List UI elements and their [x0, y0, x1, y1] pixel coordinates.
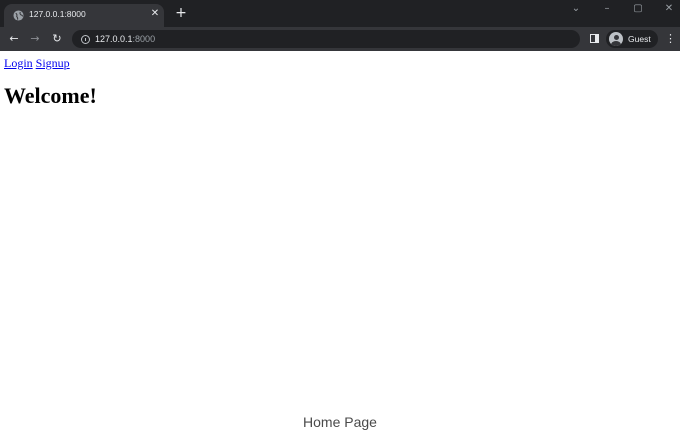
info-icon[interactable]: [81, 35, 90, 44]
tab-title: 127.0.0.1:8000: [29, 9, 86, 19]
globe-icon: [13, 10, 24, 21]
close-tab-icon[interactable]: ✕: [150, 8, 160, 20]
tab-strip: 127.0.0.1:8000 ✕ + ⌄ – ▢ ✕: [0, 0, 680, 27]
close-window-icon[interactable]: ✕: [662, 2, 676, 16]
browser-tab[interactable]: 127.0.0.1:8000 ✕: [4, 4, 164, 27]
side-panel-icon[interactable]: [590, 34, 599, 43]
profile-button[interactable]: Guest: [606, 30, 658, 48]
address-bar[interactable]: 127.0.0.1:8000: [72, 30, 580, 48]
chevron-down-icon[interactable]: ⌄: [569, 2, 583, 16]
avatar-icon: [609, 32, 623, 46]
page-heading: Welcome!: [4, 83, 97, 108]
url-text[interactable]: 127.0.0.1:8000: [95, 33, 155, 45]
minimize-icon[interactable]: –: [600, 2, 614, 16]
url-host: 127.0.0.1: [95, 34, 133, 44]
screenshot-caption: Home Page: [303, 414, 377, 430]
url-port: :8000: [132, 34, 156, 44]
profile-label: Guest: [628, 34, 651, 44]
back-arrow-icon[interactable]: ←: [7, 32, 21, 46]
maximize-icon[interactable]: ▢: [631, 2, 645, 16]
nav-links: Login Signup: [4, 56, 70, 70]
browser-toolbar: ← → ↻ 127.0.0.1:8000 Guest ⋮: [0, 27, 680, 51]
plus-icon[interactable]: +: [174, 6, 188, 20]
login-link[interactable]: Login: [4, 56, 33, 70]
forward-arrow-icon[interactable]: →: [28, 32, 42, 46]
signup-link[interactable]: Signup: [36, 56, 70, 70]
kebab-menu-icon[interactable]: ⋮: [665, 32, 676, 46]
reload-icon[interactable]: ↻: [50, 32, 64, 46]
